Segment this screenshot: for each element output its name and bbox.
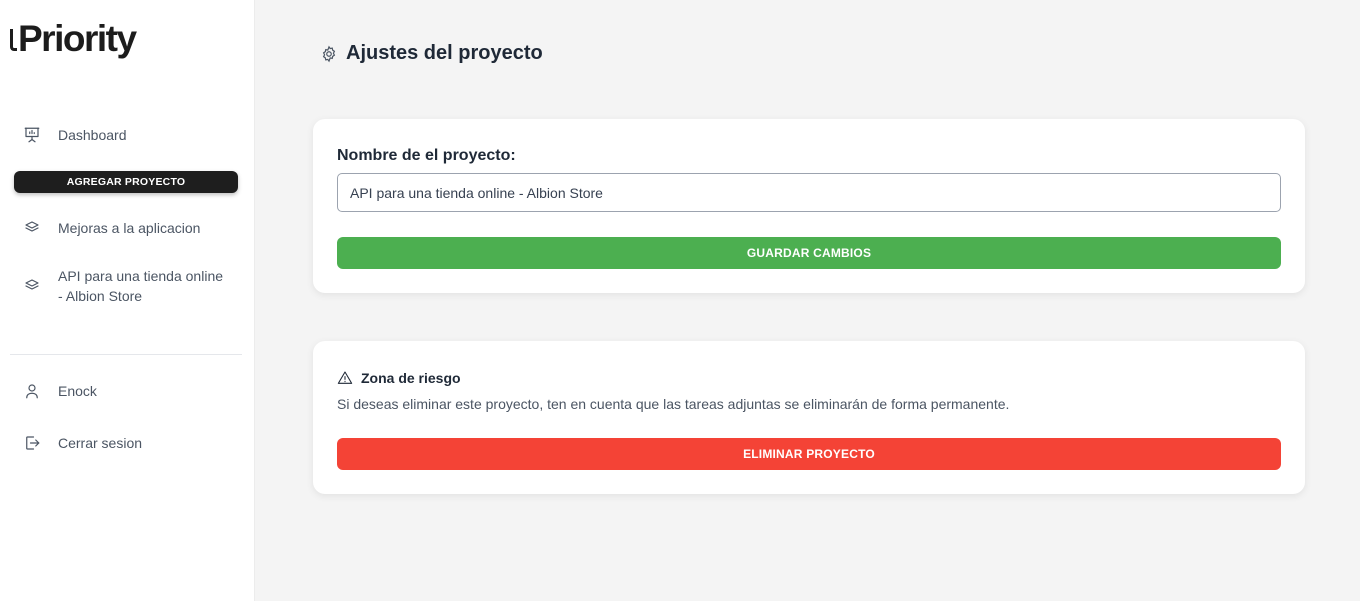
save-changes-button[interactable]: GUARDAR CAMBIOS xyxy=(337,237,1281,269)
app-logo[interactable]: Priority xyxy=(10,18,137,60)
sidebar-item-logout[interactable]: Cerrar sesion xyxy=(22,433,142,453)
danger-zone-description: Si deseas eliminar este proyecto, ten en… xyxy=(337,396,1010,412)
danger-zone-title-text: Zona de riesgo xyxy=(361,370,461,386)
layers-icon xyxy=(22,218,42,238)
user-icon xyxy=(22,381,42,401)
sidebar-item-project[interactable]: API para una tienda online - Albion Stor… xyxy=(22,266,228,306)
sidebar: Priority Dashboard AGREGAR PROYECTO Mejo… xyxy=(0,0,255,601)
danger-zone-card: Zona de riesgo Si deseas eliminar este p… xyxy=(313,341,1305,494)
project-name-input[interactable] xyxy=(337,173,1281,212)
gear-icon xyxy=(320,45,338,63)
danger-zone-title: Zona de riesgo xyxy=(337,370,461,386)
page-title: Ajustes del proyecto xyxy=(320,42,543,65)
logout-icon xyxy=(22,433,42,453)
layers-icon xyxy=(22,276,42,296)
sidebar-item-label: Enock xyxy=(58,383,97,399)
presentation-board-icon xyxy=(22,125,42,145)
logo-text: Priority xyxy=(18,18,137,59)
logo-mark-icon xyxy=(10,29,17,51)
sidebar-item-label: Dashboard xyxy=(58,127,127,143)
sidebar-item-label: Cerrar sesion xyxy=(58,435,143,451)
page-title-text: Ajustes del proyecto xyxy=(346,42,543,64)
sidebar-item-dashboard[interactable]: Dashboard xyxy=(22,125,127,145)
project-name-label: Nombre de el proyecto: xyxy=(337,147,516,164)
add-project-button[interactable]: AGREGAR PROYECTO xyxy=(14,171,238,193)
sidebar-item-label: Mejoras a la aplicacion xyxy=(58,220,201,236)
project-settings-card: Nombre de el proyecto: GUARDAR CAMBIOS xyxy=(313,119,1305,293)
sidebar-divider xyxy=(10,354,242,355)
delete-project-button[interactable]: ELIMINAR PROYECTO xyxy=(337,438,1281,470)
sidebar-item-label: API para una tienda online - Albion Stor… xyxy=(58,268,224,304)
warning-icon xyxy=(337,370,353,386)
sidebar-item-project[interactable]: Mejoras a la aplicacion xyxy=(22,218,200,238)
sidebar-item-user[interactable]: Enock xyxy=(22,381,97,401)
